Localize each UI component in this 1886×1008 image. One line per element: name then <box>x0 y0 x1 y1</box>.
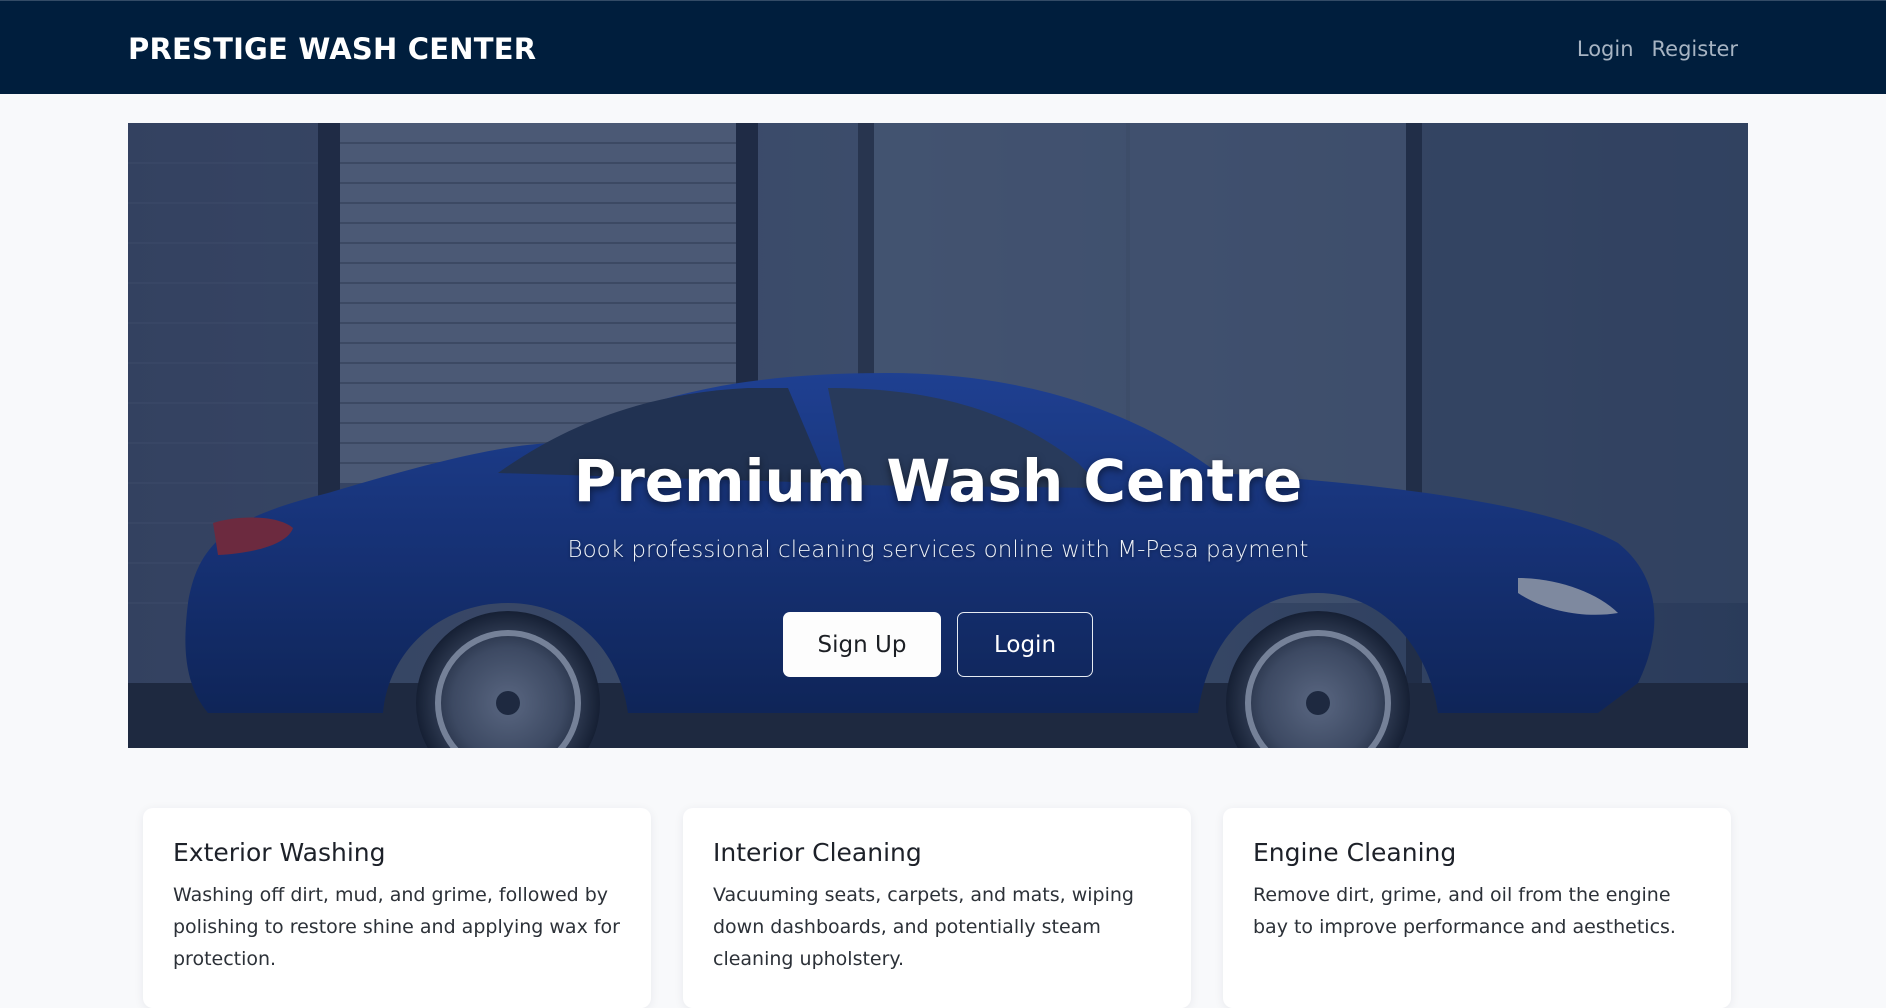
services-section: Exterior Washing Washing off dirt, mud, … <box>143 808 1733 1008</box>
login-button[interactable]: Login <box>957 612 1093 677</box>
nav-links: Login Register <box>1577 37 1738 61</box>
service-title: Engine Cleaning <box>1253 838 1457 867</box>
nav-login-link[interactable]: Login <box>1577 37 1634 61</box>
service-description: Washing off dirt, mud, and grime, follow… <box>173 884 620 970</box>
nav-register-link[interactable]: Register <box>1652 37 1738 61</box>
hero-banner: Premium Wash Centre Book professional cl… <box>128 123 1748 748</box>
hero-actions: Sign Up Login <box>128 612 1748 677</box>
service-description: Remove dirt, grime, and oil from the eng… <box>1253 884 1676 938</box>
service-card-engine: Engine Cleaning Remove dirt, grime, and … <box>1223 808 1731 1008</box>
service-description: Vacuuming seats, carpets, and mats, wipi… <box>713 884 1134 970</box>
service-card-interior: Interior Cleaning Vacuuming seats, carpe… <box>683 808 1191 1008</box>
service-card-exterior: Exterior Washing Washing off dirt, mud, … <box>143 808 651 1008</box>
hero-title: Premium Wash Centre <box>573 447 1303 515</box>
signup-button[interactable]: Sign Up <box>783 612 941 677</box>
brand-logo[interactable]: PRESTIGE WASH CENTER <box>128 32 536 66</box>
service-title: Interior Cleaning <box>713 838 922 867</box>
navbar: PRESTIGE WASH CENTER Login Register <box>0 0 1886 94</box>
hero-subtitle: Book professional cleaning services onli… <box>567 537 1309 563</box>
service-title: Exterior Washing <box>173 838 386 867</box>
